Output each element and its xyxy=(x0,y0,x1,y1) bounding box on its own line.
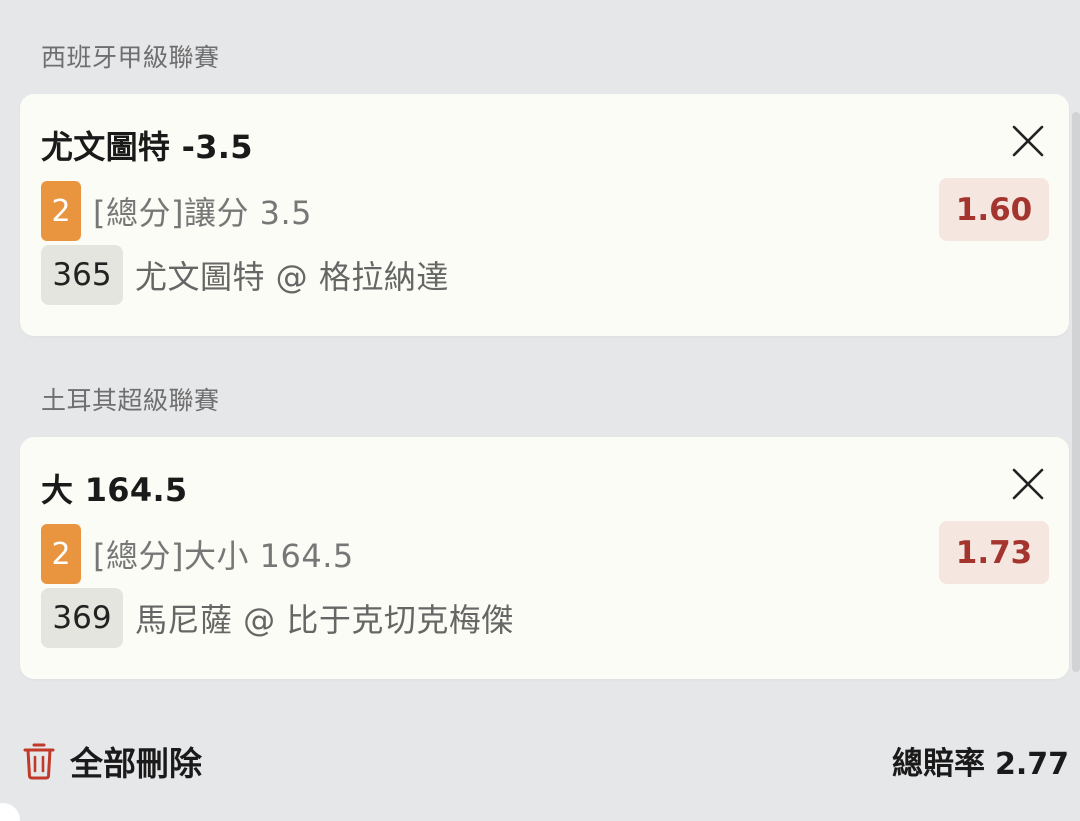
count-badge: 2 xyxy=(41,524,81,584)
market-text: [總分]大小 164.5 xyxy=(93,537,354,575)
close-icon xyxy=(1012,468,1044,500)
match-text: 尤文圖特 @ 格拉納達 xyxy=(135,258,449,296)
match-row: 369 馬尼薩 @ 比于克切克梅傑 xyxy=(41,588,514,648)
remove-bet-button[interactable] xyxy=(1011,124,1045,158)
league-label: 西班牙甲級聯賽 xyxy=(41,43,220,72)
delete-all-label: 全部刪除 xyxy=(70,744,202,783)
bet-selection: 尤文圖特 -3.5 xyxy=(41,128,253,166)
total-odds: 總賠率 2.77 xyxy=(892,738,1069,783)
sheet-corner xyxy=(0,803,20,821)
bet-slip: 西班牙甲級聯賽 尤文圖特 -3.5 2 [總分]讓分 3.5 1.60 365 … xyxy=(0,0,1080,821)
market-row: 2 [總分]大小 164.5 xyxy=(41,523,354,585)
close-icon xyxy=(1012,125,1044,157)
trash-icon xyxy=(23,743,55,780)
market-row: 2 [總分]讓分 3.5 xyxy=(41,180,312,242)
odds-pill[interactable]: 1.60 xyxy=(939,178,1049,241)
total-odds-label: 總賠率 xyxy=(891,746,985,782)
league-label: 土耳其超級聯賽 xyxy=(41,386,220,415)
total-odds-value: 2.77 xyxy=(994,747,1069,782)
delete-all-button[interactable]: 全部刪除 xyxy=(22,737,202,785)
match-row: 365 尤文圖特 @ 格拉納達 xyxy=(41,245,449,305)
market-text: [總分]讓分 3.5 xyxy=(93,194,313,232)
bet-slip-footer: 全部刪除 總賠率 2.77 xyxy=(0,725,1080,785)
bet-card: 大 164.5 2 [總分]大小 164.5 1.73 369 馬尼薩 @ 比于… xyxy=(20,437,1069,679)
remove-bet-button[interactable] xyxy=(1011,467,1045,501)
count-badge: 2 xyxy=(41,181,81,241)
odds-pill[interactable]: 1.73 xyxy=(939,521,1049,584)
bet-card: 尤文圖特 -3.5 2 [總分]讓分 3.5 1.60 365 尤文圖特 @ 格… xyxy=(20,94,1069,336)
scrollbar[interactable] xyxy=(1072,112,1080,672)
bet-selection: 大 164.5 xyxy=(41,471,188,509)
match-id-badge: 365 xyxy=(41,245,123,305)
match-text: 馬尼薩 @ 比于克切克梅傑 xyxy=(135,601,514,639)
match-id-badge: 369 xyxy=(41,588,123,648)
